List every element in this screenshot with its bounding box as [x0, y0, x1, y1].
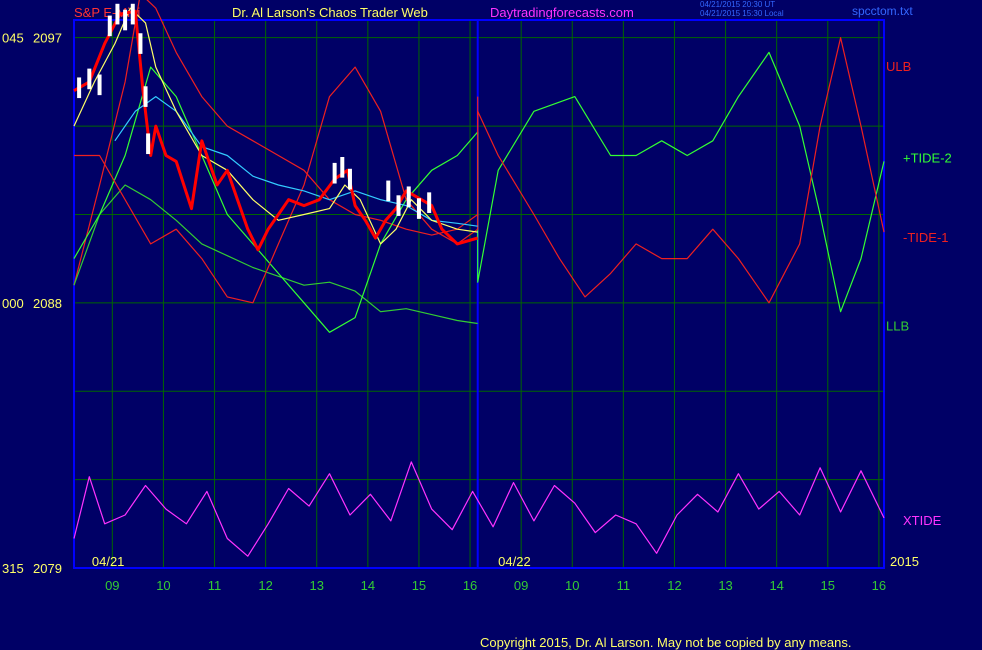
y-tick-label: 2088: [33, 296, 62, 311]
price-bar: [115, 3, 120, 25]
series-line: [73, 461, 885, 557]
legend-label: XTIDE: [903, 513, 942, 528]
series-line: [73, 0, 479, 286]
price-bar: [396, 195, 401, 216]
price-bar: [386, 180, 391, 202]
x-tick-label: 11: [617, 578, 631, 593]
y-tick-prefix: 045: [2, 31, 24, 46]
x-tick-label: 13: [310, 578, 324, 593]
price-bar: [130, 3, 135, 25]
legend-label: ULB: [886, 59, 911, 74]
x-tick-label: 09: [514, 578, 528, 593]
x-tick-label: 10: [156, 578, 170, 593]
price-bar: [87, 68, 92, 90]
y-tick-prefix: 315: [2, 561, 24, 576]
price-bar: [406, 186, 411, 208]
series-line: [114, 96, 478, 227]
x-tick-label: 16: [463, 578, 477, 593]
date-label: 04/22: [498, 554, 531, 569]
price-bar: [340, 157, 345, 178]
x-tick-label: 11: [208, 578, 222, 593]
x-tick-label: 12: [667, 578, 681, 593]
price-bar: [427, 192, 432, 213]
price-bar: [347, 168, 352, 190]
y-tick-label: 2097: [33, 31, 62, 46]
x-tick-label: 15: [412, 578, 426, 593]
price-bar: [97, 74, 102, 96]
x-tick-label: 14: [361, 578, 375, 593]
price-bar: [143, 86, 148, 107]
x-tick-label: 12: [258, 578, 272, 593]
legend-label: -TIDE-1: [903, 230, 949, 245]
x-tick-label: 09: [105, 578, 119, 593]
x-tick-label: 16: [872, 578, 886, 593]
price-bar: [138, 33, 143, 54]
series-line: [73, 51, 885, 333]
price-bar: [77, 77, 82, 99]
x-tick-label: 14: [769, 578, 783, 593]
y-tick-prefix: 000: [2, 296, 24, 311]
price-bar: [107, 15, 112, 37]
x-tick-label: 13: [718, 578, 732, 593]
date-label: 04/21: [92, 554, 125, 569]
price-bar: [416, 198, 421, 219]
chart-svg: 09 10 11 12 13 14 15 16 09 10 11 12 13 14 15 16 045 2097 0…: [2, 0, 952, 593]
price-bar: [123, 9, 128, 31]
price-bar: [146, 133, 151, 155]
legend-label: +TIDE-2: [903, 150, 952, 165]
series-line: [74, 37, 885, 304]
y-tick-label: 2079: [33, 561, 62, 576]
price-bar: [332, 162, 337, 184]
copyright-notice: Copyright 2015, Dr. Al Larson. May not b…: [480, 635, 852, 650]
year-label: 2015: [890, 554, 919, 569]
x-tick-label: 15: [821, 578, 835, 593]
legend-label: LLB: [886, 318, 909, 333]
x-tick-label: 10: [565, 578, 579, 593]
